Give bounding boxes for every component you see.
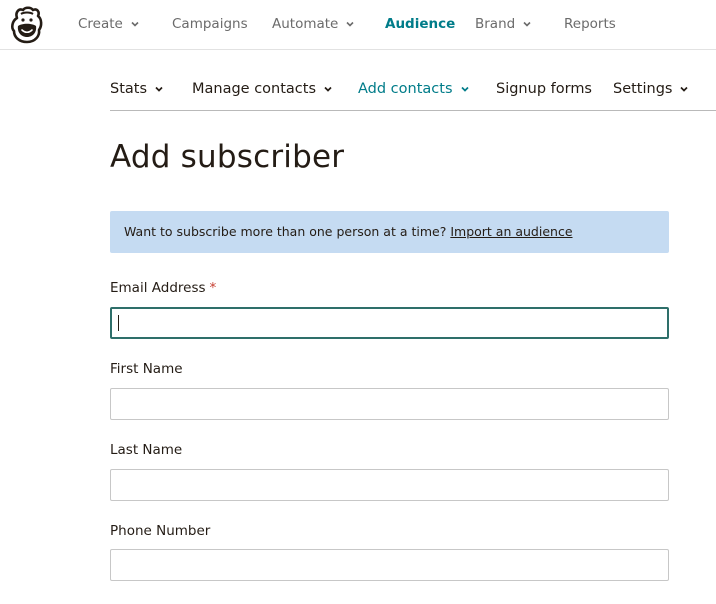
subnav-manage-contacts-label: Manage contacts (192, 81, 317, 97)
top-navigation: Create Campaigns Automate Audience Brand… (0, 0, 716, 50)
topnav-campaigns-label: Campaigns (172, 16, 248, 32)
subnav-manage-contacts[interactable]: Manage contacts (192, 81, 333, 97)
last-name-label: Last Name (110, 442, 183, 458)
email-label: Email Address * (110, 280, 216, 296)
page-title: Add subscriber (110, 139, 345, 175)
topnav-brand[interactable]: Brand (475, 16, 532, 32)
topnav-reports[interactable]: Reports (564, 16, 616, 32)
first-name-label: First Name (110, 361, 183, 377)
topnav-brand-label: Brand (475, 16, 516, 32)
info-banner: Want to subscribe more than one person a… (110, 211, 669, 253)
chevron-down-icon (324, 86, 332, 92)
banner-text: Want to subscribe more than one person a… (124, 224, 447, 239)
topnav-automate-label: Automate (272, 16, 339, 32)
subnav-stats-label: Stats (110, 81, 148, 97)
subnav-add-contacts-label: Add contacts (358, 81, 453, 97)
email-label-text: Email Address (110, 280, 206, 296)
subnav-signup-forms-label: Signup forms (496, 81, 592, 97)
subnav-divider (110, 110, 716, 111)
subnav-stats[interactable]: Stats (110, 81, 164, 97)
topnav-campaigns[interactable]: Campaigns (172, 16, 248, 32)
chevron-down-icon (346, 21, 354, 27)
topnav-create-label: Create (78, 16, 123, 32)
text-caret (118, 315, 119, 331)
chevron-down-icon (523, 21, 531, 27)
topnav-audience-label: Audience (385, 16, 456, 32)
subnav-signup-forms[interactable]: Signup forms (496, 81, 592, 97)
topnav-automate[interactable]: Automate (272, 16, 355, 32)
chevron-down-icon (460, 86, 469, 92)
subnav-settings[interactable]: Settings (613, 81, 689, 97)
mailchimp-logo-icon[interactable] (9, 6, 45, 44)
subnav-settings-label: Settings (613, 81, 673, 97)
first-name-field[interactable] (110, 388, 669, 420)
phone-number-field[interactable] (110, 549, 669, 581)
required-marker: * (209, 280, 217, 296)
email-field[interactable] (110, 307, 669, 339)
chevron-down-icon (680, 86, 689, 92)
chevron-down-icon (155, 86, 163, 92)
phone-number-label: Phone Number (110, 523, 211, 539)
topnav-audience[interactable]: Audience (385, 16, 455, 32)
last-name-field[interactable] (110, 469, 669, 501)
topnav-reports-label: Reports (564, 16, 616, 32)
import-audience-link[interactable]: Import an audience (450, 224, 572, 239)
subnav-add-contacts[interactable]: Add contacts (358, 81, 470, 97)
topnav-create[interactable]: Create (78, 16, 140, 32)
chevron-down-icon (131, 21, 139, 27)
